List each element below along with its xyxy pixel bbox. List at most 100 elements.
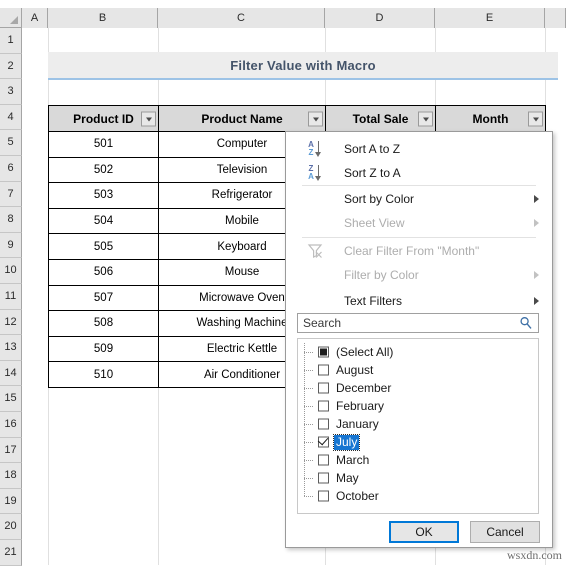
row-header-19[interactable]: 19 — [0, 488, 22, 515]
table-cell[interactable]: 502 — [48, 156, 159, 184]
row-header-14[interactable]: 14 — [0, 360, 22, 387]
filter-list-item[interactable]: March — [298, 451, 538, 469]
row-header-15[interactable]: 15 — [0, 386, 22, 412]
table-cell[interactable]: 501 — [48, 131, 159, 158]
filter-list-item[interactable]: December — [298, 379, 538, 397]
row-header-17[interactable]: 17 — [0, 437, 22, 464]
row-header-5[interactable]: 5 — [0, 130, 22, 156]
sheet-title-banner: Filter Value with Macro — [48, 52, 558, 80]
filter-list-item[interactable]: (Select All) — [298, 343, 538, 361]
table-cell[interactable]: 507 — [48, 284, 159, 312]
menu-item-text-filters[interactable]: Text Filters — [286, 289, 552, 313]
filter-item-label: December — [336, 380, 392, 395]
row-header-7[interactable]: 7 — [0, 181, 22, 208]
select-all-triangle-icon — [10, 16, 18, 24]
column-header-d[interactable]: D — [325, 8, 435, 28]
menu-item-label: Sort by Color — [344, 192, 415, 206]
row-header-21[interactable]: 21 — [0, 540, 22, 566]
row-header-9[interactable]: 9 — [0, 232, 22, 259]
menu-item-label: Sort Z to A — [344, 166, 401, 180]
filter-list-item[interactable]: October — [298, 487, 538, 505]
filter-list-item[interactable]: August — [298, 361, 538, 379]
row-header-1[interactable]: 1 — [0, 28, 22, 54]
cancel-button-label: Cancel — [486, 525, 524, 539]
row-header-10[interactable]: 10 — [0, 258, 22, 284]
row-header-3[interactable]: 3 — [0, 79, 22, 105]
filter-item-checkbox[interactable] — [318, 382, 329, 394]
search-icon — [519, 316, 533, 330]
tree-connector-icon — [304, 451, 318, 469]
select-all-corner[interactable] — [0, 8, 22, 28]
ok-button[interactable]: OK — [389, 521, 459, 543]
menu-item-label: Sheet View — [344, 216, 405, 230]
submenu-arrow-icon — [534, 219, 539, 227]
filter-item-checkbox[interactable] — [318, 400, 329, 412]
tree-connector-icon — [304, 487, 318, 505]
row-header-12[interactable]: 12 — [0, 309, 22, 336]
filter-item-checkbox[interactable] — [318, 436, 329, 448]
table-cell[interactable]: 509 — [48, 335, 159, 363]
table-cell[interactable]: 504 — [48, 207, 159, 235]
filter-value-list[interactable]: (Select All) August December February Januar… — [297, 338, 539, 514]
table-header-cell: Product Name — [158, 105, 326, 132]
submenu-arrow-icon — [534, 195, 539, 203]
filter-dropdown-button-product-id[interactable] — [141, 111, 156, 126]
menu-item-sort-a-to-z[interactable]: A Z Sort A to Z — [286, 137, 552, 161]
menu-item-sheet-view: Sheet View — [286, 211, 552, 235]
filter-item-checkbox[interactable] — [318, 454, 329, 466]
filter-dropdown-button-total-sale[interactable] — [418, 111, 433, 126]
table-cell[interactable]: 508 — [48, 310, 159, 337]
filter-item-label: October — [336, 488, 379, 503]
table-header-cell: Product ID — [48, 105, 159, 132]
column-header-a[interactable]: A — [22, 8, 48, 28]
menu-item-sort-z-to-a[interactable]: Z A Sort Z to A — [286, 161, 552, 185]
column-header-f[interactable] — [545, 8, 566, 28]
filter-list-item[interactable]: July — [298, 433, 538, 451]
clear-filter-icon — [306, 242, 328, 260]
submenu-arrow-icon — [534, 271, 539, 279]
table-cell[interactable]: 506 — [48, 258, 159, 286]
filter-dropdown-button-month[interactable] — [528, 111, 543, 126]
tree-connector-icon — [304, 433, 318, 451]
filter-item-label: August — [336, 362, 374, 377]
table-cell[interactable]: 505 — [48, 233, 159, 260]
column-header-c[interactable]: C — [158, 8, 325, 28]
filter-item-checkbox[interactable] — [318, 490, 329, 502]
row-header-6[interactable]: 6 — [0, 156, 22, 182]
filter-list-item[interactable]: February — [298, 397, 538, 415]
row-header-16[interactable]: 16 — [0, 412, 22, 438]
filter-dropdown-button-product-name[interactable] — [308, 111, 323, 126]
filter-list-item[interactable]: January — [298, 415, 538, 433]
filter-dropdown-panel[interactable]: A Z Sort A to Z Z A Sort Z to A Sort by Color S… — [285, 131, 553, 548]
column-header-e[interactable]: E — [435, 8, 545, 28]
tree-connector-icon — [304, 343, 318, 361]
search-input[interactable]: Search — [297, 313, 539, 333]
filter-item-label: February — [336, 398, 385, 413]
table-cell[interactable]: 510 — [48, 361, 159, 388]
row-header-13[interactable]: 13 — [0, 335, 22, 361]
menu-item-sort-by-color[interactable]: Sort by Color — [286, 187, 552, 211]
filter-item-checkbox[interactable] — [318, 418, 329, 430]
column-header-b[interactable]: B — [48, 8, 158, 28]
table-header-row: Product ID Product Name Total Sale Month — [48, 105, 546, 132]
tree-connector-icon — [304, 397, 318, 415]
row-header-2[interactable]: 2 — [0, 53, 22, 80]
menu-item-clear-filter-from-month: Clear Filter From "Month" — [286, 239, 552, 263]
row-header-11[interactable]: 11 — [0, 284, 22, 310]
menu-item-filter-by-color: Filter by Color — [286, 263, 552, 287]
worksheet-canvas: ABCDE 1 2 3 4 5 6 7 8 9 10 11 12 13 14 15 16 17 18 19 20 21 … — [0, 0, 566, 566]
filter-item-label: May — [336, 470, 359, 485]
row-header-18[interactable]: 18 — [0, 463, 22, 489]
filter-item-checkbox[interactable] — [318, 472, 329, 484]
row-header-8[interactable]: 8 — [0, 207, 22, 233]
table-cell[interactable]: 503 — [48, 182, 159, 209]
row-header-20[interactable]: 20 — [0, 514, 22, 540]
cancel-button[interactable]: Cancel — [470, 521, 540, 543]
tree-connector-icon — [304, 379, 318, 397]
filter-item-checkbox[interactable] — [318, 346, 329, 358]
filter-item-checkbox[interactable] — [318, 364, 329, 376]
filter-list-item[interactable]: May — [298, 469, 538, 487]
row-header-4[interactable]: 4 — [0, 104, 22, 131]
filter-item-label: January — [336, 416, 379, 431]
filter-item-label: (Select All) — [336, 344, 394, 359]
